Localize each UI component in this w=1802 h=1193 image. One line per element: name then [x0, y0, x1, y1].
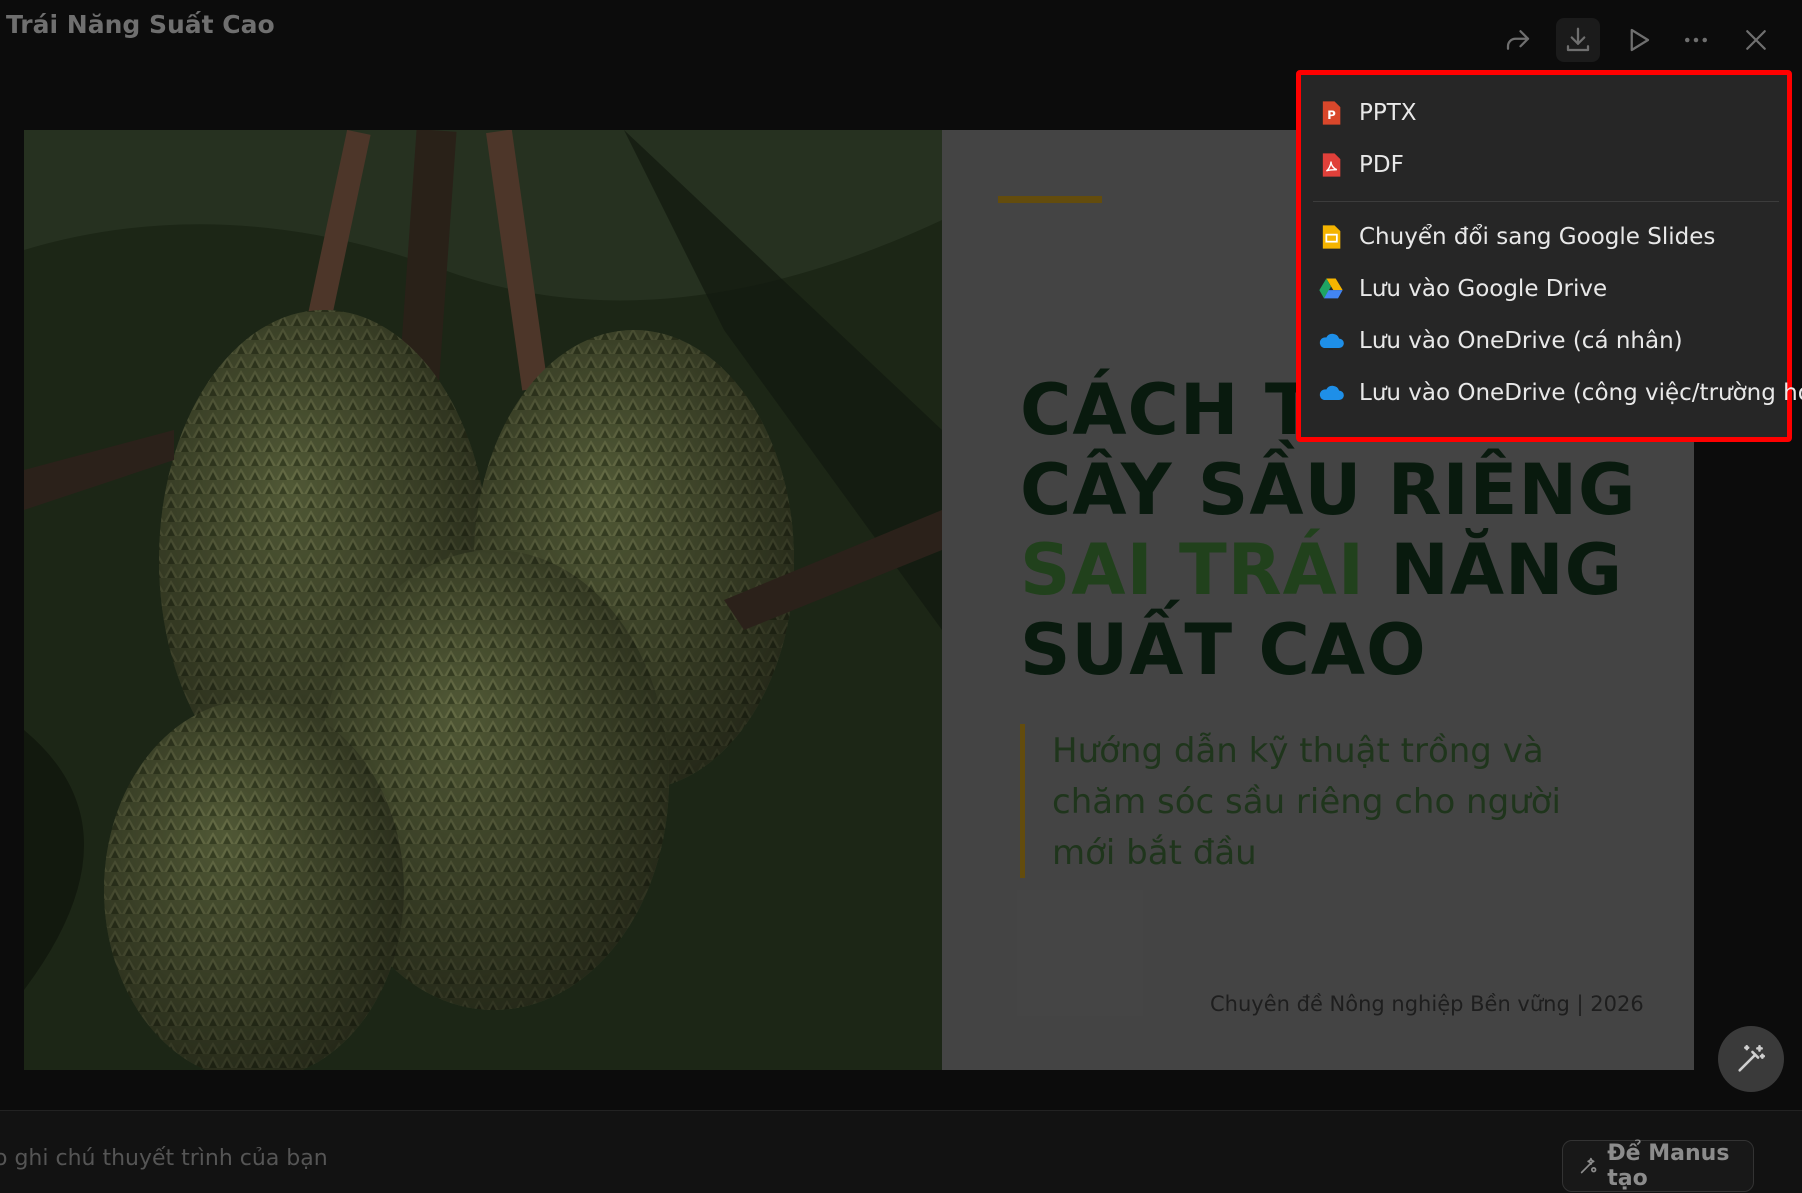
slide-footer[interactable]: Chuyên đề Nông nghiệp Bền vững | 2026 — [1210, 992, 1644, 1016]
share-icon — [1506, 30, 1530, 50]
convert-google-slides-label: Chuyển đổi sang Google Slides — [1359, 224, 1716, 250]
save-onedrive-work-label: Lưu vào OneDrive (công việc/trường học) — [1359, 380, 1802, 406]
durian-photo — [24, 130, 942, 1070]
convert-google-slides[interactable]: Chuyển đổi sang Google Slides — [1317, 211, 1777, 263]
subtitle-accent-bar — [1020, 724, 1025, 878]
download-button[interactable] — [1556, 18, 1600, 62]
svg-text:P: P — [1327, 108, 1336, 122]
close-button[interactable] — [1734, 18, 1778, 62]
headline-line-3: SAI TRÁI NĂNG — [1020, 530, 1720, 610]
accent-line — [998, 196, 1102, 203]
headline-highlight: SAI TRÁI — [1020, 529, 1365, 611]
let-manus-generate-label: Để Manus tạo — [1607, 1141, 1730, 1191]
google-slides-icon — [1317, 223, 1345, 251]
document-title: Trái Năng Suất Cao — [6, 10, 275, 39]
headline-line-3-rest: NĂNG — [1364, 529, 1624, 611]
pptx-icon: P — [1317, 99, 1345, 127]
ai-edit-button[interactable] — [1718, 1026, 1784, 1092]
slide-subtitle[interactable]: Hướng dẫn kỹ thuật trồng và chăm sóc sầu… — [1052, 726, 1612, 879]
speaker-notes-input[interactable]: o ghi chú thuyết trình của bạn — [0, 1146, 328, 1171]
sparkle-icon — [1580, 1157, 1597, 1174]
save-onedrive-work[interactable]: Lưu vào OneDrive (công việc/trường học) — [1317, 367, 1802, 419]
share-button[interactable] — [1496, 18, 1540, 62]
export-pdf[interactable]: PDF — [1317, 139, 1777, 191]
close-icon — [1746, 30, 1766, 50]
headline-line-4: SUẤT CAO — [1020, 609, 1427, 691]
more-icon — [1685, 37, 1707, 43]
headline-line-2: CÂY SẦU RIÊNG — [1020, 449, 1637, 531]
pdf-icon — [1317, 151, 1345, 179]
onedrive-icon — [1317, 379, 1345, 407]
download-icon — [1566, 27, 1590, 52]
google-drive-icon — [1317, 275, 1345, 303]
onedrive-icon — [1317, 327, 1345, 355]
play-icon — [1630, 28, 1650, 52]
save-google-drive[interactable]: Lưu vào Google Drive — [1317, 263, 1777, 315]
durian-illustration — [24, 130, 942, 1070]
let-manus-generate-button[interactable]: Để Manus tạo — [1562, 1140, 1754, 1192]
export-menu: P PPTX PDF Chuyển đổi sang Google Slides… — [1296, 70, 1802, 442]
menu-divider — [1313, 201, 1779, 202]
save-onedrive-personal-label: Lưu vào OneDrive (cá nhân) — [1359, 328, 1683, 354]
more-button[interactable] — [1674, 18, 1718, 62]
save-google-drive-label: Lưu vào Google Drive — [1359, 276, 1608, 302]
magic-wand-icon — [1738, 1044, 1766, 1072]
export-pptx[interactable]: P PPTX — [1317, 87, 1777, 139]
export-pdf-label: PDF — [1359, 152, 1404, 178]
present-button[interactable] — [1616, 18, 1660, 62]
save-onedrive-personal[interactable]: Lưu vào OneDrive (cá nhân) — [1317, 315, 1777, 367]
export-pptx-label: PPTX — [1359, 100, 1417, 126]
